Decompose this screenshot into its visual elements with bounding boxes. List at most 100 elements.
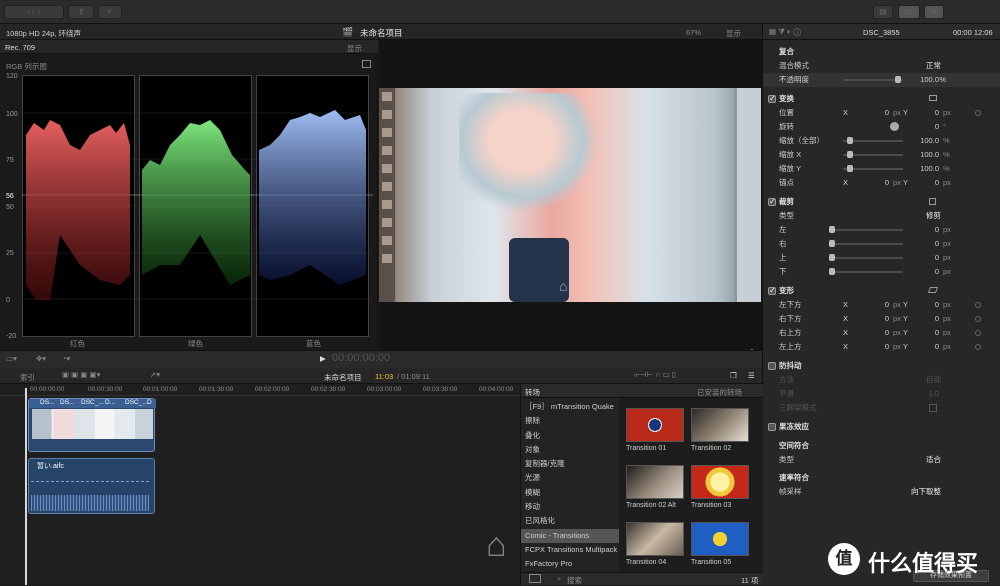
rolling-shutter-checkbox[interactable] <box>768 423 776 431</box>
blue-channel-label: 蓝色 <box>306 339 321 348</box>
viewer-header: 1080p HD 24p, 环绕声 🎬 未命名项目 67% 显示 <box>0 24 762 40</box>
spatial-type-select[interactable]: 适合 <box>926 453 941 467</box>
edit-buttons[interactable]: ▣ ▣ ▣ ▣▾ <box>62 370 100 379</box>
opacity-slider[interactable] <box>895 76 901 83</box>
transition-count: 11 项 <box>741 576 759 585</box>
transition-thumb[interactable] <box>626 522 684 556</box>
select-tool-icon[interactable]: ➚▾ <box>150 370 160 379</box>
rotation-value[interactable]: 0 <box>935 120 939 134</box>
browser-view-button[interactable]: ▤ <box>873 5 893 19</box>
opacity-value[interactable]: 100.0 <box>920 73 939 87</box>
blend-mode-select[interactable]: 正常 <box>926 59 941 73</box>
scale-x-slider[interactable] <box>847 151 853 158</box>
layout-menu-icon[interactable]: ▭▾ <box>6 354 17 363</box>
scale-y-slider[interactable] <box>847 165 853 172</box>
keyword-button[interactable]: ⚷ <box>68 5 94 19</box>
category-item[interactable]: 复制器/克隆 <box>521 457 619 471</box>
scale-x-value[interactable]: 100.0 <box>920 148 939 162</box>
frame-sampling-select[interactable]: 向下取整 <box>911 485 941 499</box>
anchor-y-value[interactable]: 0 <box>935 176 939 190</box>
rolling-shutter-title: 果冻效应 <box>779 422 809 431</box>
crop-right-label: 右 <box>779 239 787 248</box>
view-menu[interactable]: 显示 <box>726 28 741 39</box>
stabilize-checkbox[interactable] <box>768 362 776 370</box>
inspector-view-button[interactable]: ⚙ <box>924 5 944 19</box>
spatial-conform-title: 空间符合 <box>779 441 809 450</box>
audio-clip[interactable]: 暂い.aifc <box>28 458 155 514</box>
crop-top-slider[interactable] <box>829 254 835 261</box>
top-toolbar: ‹ › ↓ ⚷ ✓ ▤ ▭ ⚙ <box>0 0 1000 24</box>
category-item[interactable]: FxFactory Pro <box>521 557 619 571</box>
transitions-browser: 转场 已安装的转场 ［F9］ mTransition Quake 擦除 叠化 对… <box>520 384 763 586</box>
scale-all-value[interactable]: 100.0 <box>920 134 939 148</box>
clip-name: DSC_3855 <box>863 28 900 37</box>
transition-thumb[interactable] <box>691 465 749 499</box>
transform-menu-icon[interactable]: ✥▾ <box>36 354 46 363</box>
timeline-settings-icon[interactable]: ☰ <box>748 371 755 380</box>
category-item-selected[interactable]: Comic - Transitions <box>521 528 619 543</box>
category-item[interactable]: 叠化 <box>521 429 619 443</box>
anchor-x-value[interactable]: 0 <box>885 176 889 190</box>
playhead[interactable] <box>25 388 27 585</box>
distort-tl-label: 左上方 <box>779 342 802 351</box>
sidebar-toggle-icon[interactable] <box>529 574 541 583</box>
zoom-select[interactable]: 67% <box>686 28 701 37</box>
tripod-mode-label: 三脚架模式 <box>779 403 817 412</box>
crop-bottom-label: 下 <box>779 267 787 276</box>
opacity-label: 不透明度 <box>779 75 809 84</box>
speed-menu-icon[interactable]: ◔▾ <box>62 354 70 363</box>
inspector-tab-icons[interactable]: ▦ ⧩ ◐ ⓘ <box>769 27 801 37</box>
clip-label: DSC_... <box>81 399 104 406</box>
window-frame <box>734 88 761 302</box>
category-item[interactable]: 移动 <box>521 500 619 514</box>
transition-thumb[interactable] <box>626 465 684 499</box>
category-item[interactable]: 光源 <box>521 471 619 485</box>
crop-left-slider[interactable] <box>829 226 835 233</box>
audio-meter-icons[interactable]: ⟜⊣⊢ ∩ ▭ ▯ <box>634 370 676 380</box>
viewer-controls: ▭▾ ✥▾ ◔▾ ▶ 00:00:00:00 <box>0 350 762 368</box>
position-x-value[interactable]: 0 <box>885 106 889 120</box>
subject-face <box>459 93 599 213</box>
transition-search-input[interactable]: 搜索 <box>567 575 582 586</box>
crop-type-label: 类型 <box>779 211 794 220</box>
timeline-total-time: / 01:09:11 <box>397 372 430 381</box>
stabilize-smoothing-label: 平滑 <box>779 389 794 398</box>
category-item[interactable]: 已风格化 <box>521 514 619 528</box>
scale-all-slider[interactable] <box>847 137 853 144</box>
timeline-view-button[interactable]: ▭ <box>898 5 920 19</box>
transition-thumb[interactable] <box>691 408 749 442</box>
scale-y-value[interactable]: 100.0 <box>920 162 939 176</box>
rotation-dial[interactable] <box>890 122 899 131</box>
clapper-icon: 🎬 <box>342 27 354 37</box>
crop-bottom-slider[interactable] <box>829 268 835 275</box>
transform-overlay-icon[interactable] <box>929 95 937 101</box>
position-y-value[interactable]: 0 <box>935 106 939 120</box>
browser-toggle-icon[interactable]: ❐ <box>730 371 737 380</box>
category-item[interactable]: 擦除 <box>521 414 619 428</box>
format-label: 1080p HD 24p, 环绕声 <box>6 29 82 38</box>
distort-title: 变形 <box>779 286 794 295</box>
library-buttons[interactable]: ‹ › ↓ <box>4 5 64 19</box>
check-button[interactable]: ✓ <box>98 5 122 19</box>
category-item[interactable]: FCPX Transitions Multipack <box>521 543 619 557</box>
transform-checkbox[interactable] <box>768 92 776 106</box>
category-item[interactable]: 对象 <box>521 443 619 457</box>
transition-thumb[interactable] <box>626 408 684 442</box>
distort-overlay-icon[interactable] <box>927 287 939 293</box>
installed-filter[interactable]: 已安装的转场 <box>697 387 742 398</box>
distort-checkbox[interactable] <box>768 284 776 298</box>
crop-type-select[interactable]: 修剪 <box>926 209 941 223</box>
crop-checkbox[interactable] <box>768 195 776 209</box>
category-item[interactable]: ［F9］ mTransition Quake <box>521 400 619 414</box>
timeline-ruler: 00:00:00:00 00:00:30:00 00:01:00:00 00:0… <box>0 384 520 396</box>
category-item[interactable]: 模糊 <box>521 486 619 500</box>
timeline: 00:00:00:00 00:00:30:00 00:01:00:00 00:0… <box>0 384 520 585</box>
spatial-type-label: 类型 <box>779 455 794 464</box>
crop-right-slider[interactable] <box>829 240 835 247</box>
timeline-project-name: 未命名项目 <box>324 373 362 382</box>
index-button[interactable]: 索引 <box>20 372 35 383</box>
video-clip-group[interactable]: DS... DS... DSC_... D... DSC_... D <box>28 398 156 452</box>
transition-thumb[interactable] <box>691 522 749 556</box>
play-icon[interactable]: ▶ <box>320 354 326 363</box>
crop-overlay-icon[interactable] <box>929 198 936 205</box>
